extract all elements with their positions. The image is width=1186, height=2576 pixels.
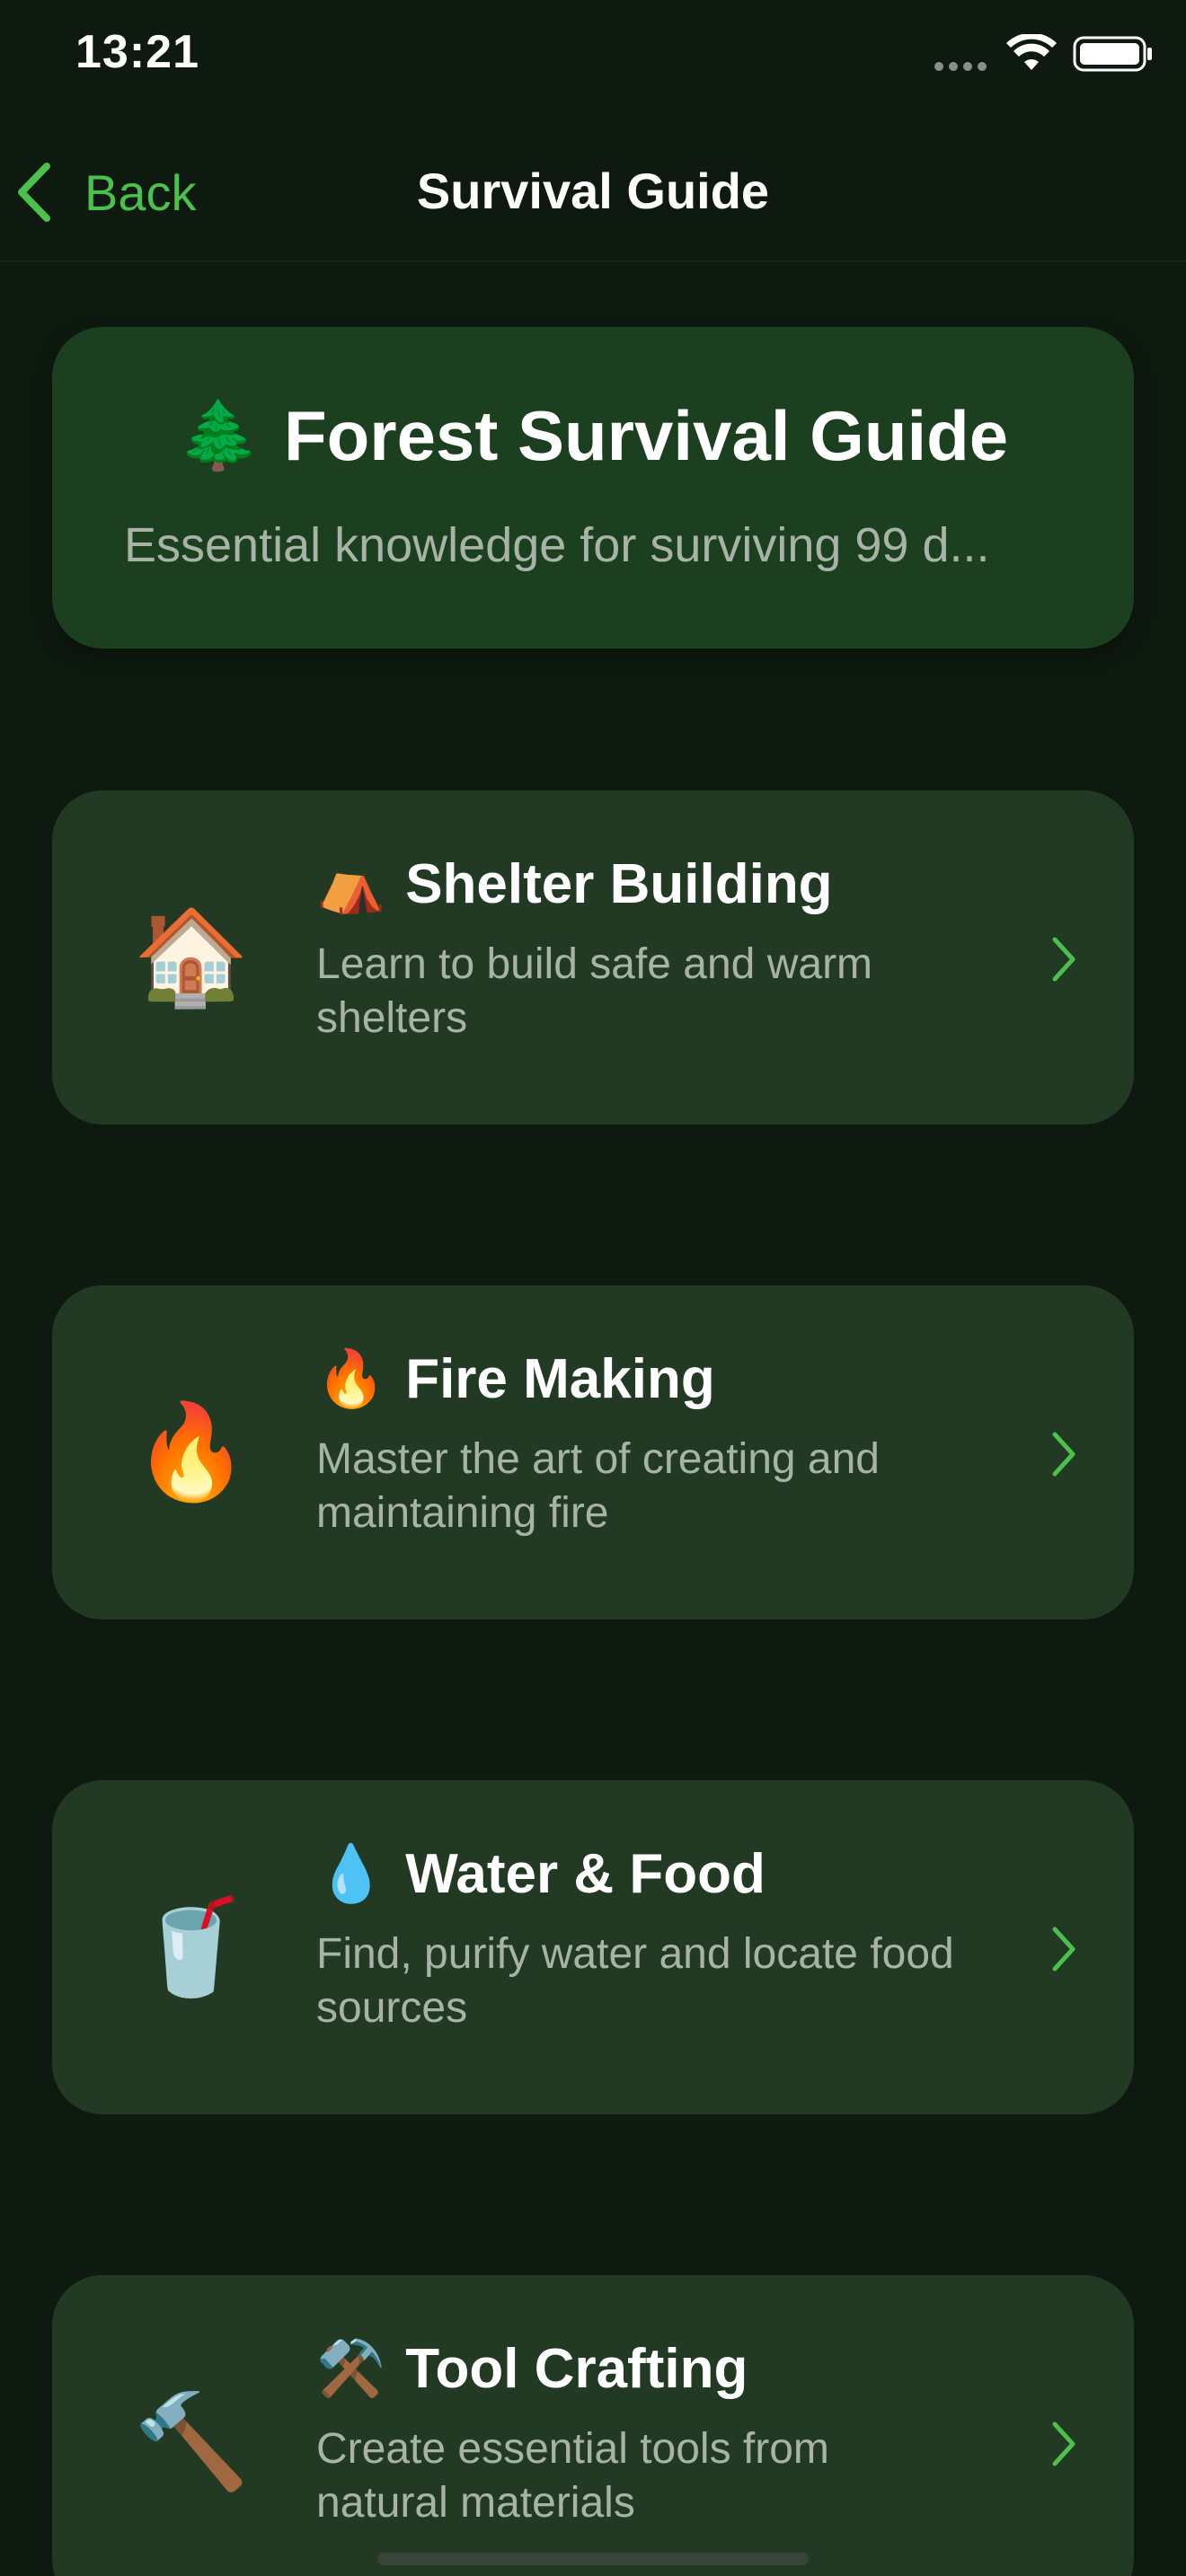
fire-icon: 🔥 [316, 1348, 386, 1410]
status-bar: 13:21 [0, 0, 1186, 108]
section-card-water-food[interactable]: 🥤 💧 Water & Food Find, purify water and l… [52, 1780, 1134, 2114]
header-title-row: 🌲 Forest Survival Guide [52, 395, 1134, 477]
header-title: Forest Survival Guide [283, 396, 1009, 475]
battery-icon [1073, 36, 1152, 72]
hammer-icon: 🔨 [133, 2390, 250, 2494]
chevron-right-icon [1052, 1927, 1075, 1972]
card-description: Create essential tools from natural mate… [316, 2425, 829, 2527]
cup-with-straw-icon: 🥤 [133, 1895, 250, 1999]
hammer-and-pick-icon: ⚒️ [316, 2338, 386, 2400]
chevron-right-icon [1052, 1432, 1075, 1477]
card-title-row: ⚒️ Tool Crafting [316, 2336, 748, 2402]
section-card-tool-crafting[interactable]: 🔨 ⚒️ Tool Crafting Create essential tools… [52, 2275, 1134, 2576]
page-title: Survival Guide [416, 163, 770, 219]
house-icon: 🏠 [133, 905, 250, 1010]
card-title-row: 🔥 Fire Making [316, 1346, 715, 1412]
chevron-right-icon [1052, 937, 1075, 982]
card-description: Find, purify water and locate food sourc… [316, 1930, 954, 2032]
section-card-shelter-building[interactable]: 🏠 ⛺ Shelter Building Learn to build safe … [52, 790, 1134, 1125]
status-time: 13:21 [75, 26, 199, 78]
card-title: Fire Making [405, 1348, 715, 1410]
tent-icon: ⛺ [316, 853, 386, 915]
cellular-signal-icon [934, 59, 992, 71]
navigation-bar: Back Survival Guide [0, 135, 1186, 251]
guide-header-card: 🌲 Forest Survival Guide Essential knowled… [52, 327, 1134, 648]
fire-icon: 🔥 [133, 1400, 250, 1504]
card-title: Water & Food [405, 1843, 766, 1905]
nav-divider [0, 260, 1186, 262]
header-subtitle: Essential knowledge for surviving 99 d..… [124, 518, 990, 572]
evergreen-tree-icon: 🌲 [177, 398, 261, 472]
card-title: Shelter Building [405, 853, 833, 915]
card-title-row: ⛺ Shelter Building [316, 851, 833, 917]
card-description: Learn to build safe and warm shelters [316, 940, 873, 1042]
section-card-fire-making[interactable]: 🔥 🔥 Fire Making Master the art of creatin… [52, 1285, 1134, 1619]
chevron-right-icon [1052, 2422, 1075, 2466]
card-description: Master the art of creating and maintaini… [316, 1435, 880, 1537]
wifi-icon [1006, 34, 1057, 70]
card-title: Tool Crafting [405, 2338, 748, 2400]
droplet-icon: 💧 [316, 1843, 386, 1905]
card-title-row: 💧 Water & Food [316, 1841, 766, 1907]
survival-guide-screen: 13:21 Back Survival Guide 🌲 Forest Surviv… [0, 0, 1186, 2576]
home-indicator[interactable] [377, 2553, 809, 2565]
